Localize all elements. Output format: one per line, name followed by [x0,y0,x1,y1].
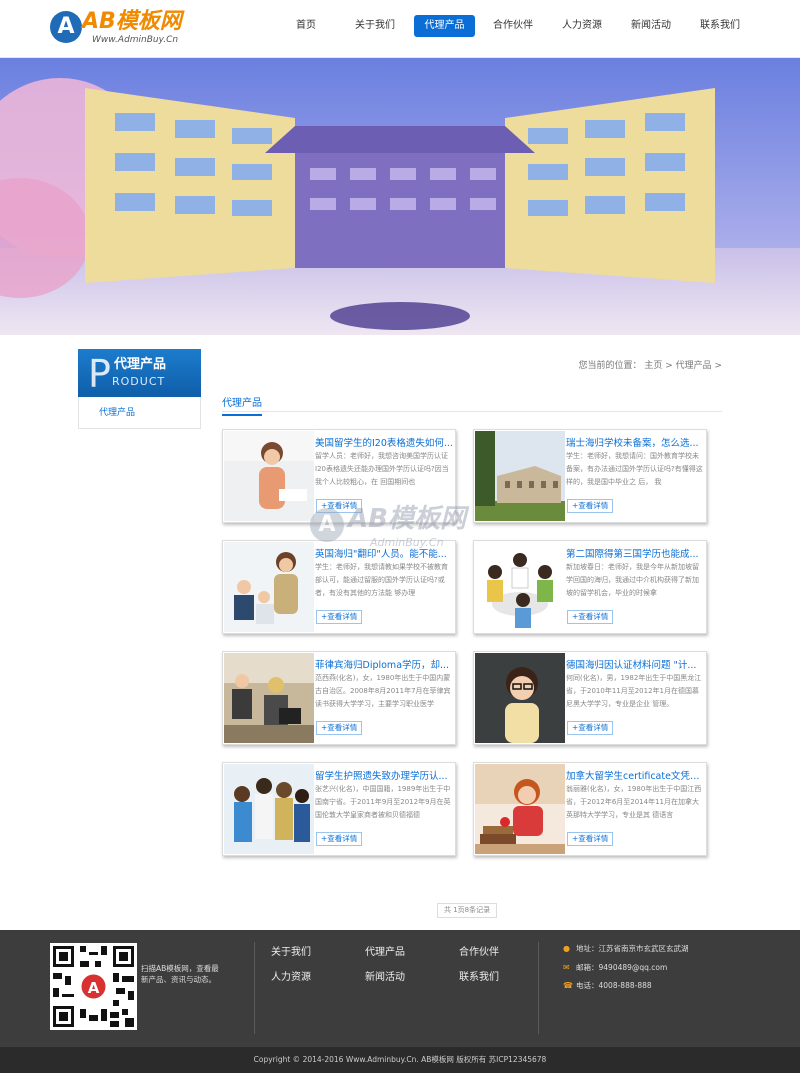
phone-icon: ☎ [563,981,573,990]
product-title[interactable]: 英国海归"翻印"人员。能不能... [315,546,453,560]
sidebar-title-letter: P [88,352,111,396]
pagination-info: 共 1页8条记录 [437,903,498,918]
product-thumbnail[interactable] [475,431,565,521]
site-logo[interactable]: A AB模板网 Www.AdminBuy.Cn [50,9,200,47]
nav-hr[interactable]: 人力资源 [557,15,607,37]
footer-address: ● 地址：江苏省南京市玄武区玄武湖 [563,943,689,954]
nav-partners[interactable]: 合作伙伴 [488,15,538,37]
product-thumbnail[interactable] [224,431,314,521]
view-details-button[interactable]: +查看详情 [567,499,614,513]
view-details-button[interactable]: +查看详情 [316,499,363,513]
product-card[interactable]: 瑞士海归学校未备案，怎么选... 学生：老师好，我想请问：国外教育学校未备案，有… [473,429,707,523]
section-divider [222,411,722,412]
logo-name: AB模板网 [82,9,182,34]
sidebar-item-products[interactable]: 代理产品 [99,405,135,418]
footer-email-text: 邮箱：9490489@qq.com [576,963,668,972]
footer-link-partners[interactable]: 合作伙伴 [459,943,499,958]
product-card[interactable]: 美国留学生的I20表格遗失如何... 留学人员：老师好，我想咨询美国学历认证I2… [222,429,456,523]
sidebar-title: P 代理产品 RODUCT [78,349,201,397]
view-details-button[interactable]: +查看详情 [567,610,614,624]
view-details-button[interactable]: +查看详情 [316,832,363,846]
nav-about[interactable]: 关于我们 [350,15,400,37]
product-title[interactable]: 美国留学生的I20表格遗失如何... [315,435,453,449]
sidebar-title-cn: 代理产品 [114,357,167,372]
product-thumbnail[interactable] [475,653,565,743]
product-card[interactable]: 加拿大留学生certificate文凭办... 翁丽雅(化名)，女，1980年出… [473,762,707,856]
product-thumbnail[interactable] [475,542,565,632]
section-title: 代理产品 [222,394,262,416]
footer-phone-text: 电话：4008-888-888 [576,981,652,990]
product-title[interactable]: 加拿大留学生certificate文凭办... [566,768,704,782]
product-description: 何同(化名)，男，1982年出生于中国黑龙江省，于2010年11月至2012年1… [566,674,702,708]
footer-phone: ☎ 电话：4008-888-888 [563,980,652,991]
product-thumbnail[interactable] [475,764,565,854]
product-thumbnail[interactable] [224,764,314,854]
site-header: A AB模板网 Www.AdminBuy.Cn 首页 关于我们 代理产品 合作伙… [0,0,800,58]
product-description: 翁丽雅(化名)，女，1980年出生于中国江西省，于2012年6月至2014年11… [566,785,702,819]
logo-url: Www.AdminBuy.Cn [92,35,179,45]
footer-link-about[interactable]: 关于我们 [271,943,311,958]
sidebar-menu: 代理产品 [78,397,201,429]
site-footer: A 扫描AB模板网，查看最新产品、资讯与动态。 关于我们 代理产品 合作伙伴 人… [0,930,800,1047]
nav-news[interactable]: 新闻活动 [626,15,676,37]
footer-divider [538,942,539,1034]
product-thumbnail[interactable] [224,542,314,632]
product-card[interactable]: 菲律宾海归Diploma学历，却... 范西燕(化名)，女，1980年出生于中国… [222,651,456,745]
product-description: 留学人员：老师好，我想咨询美国学历认证I20表格遗失还能办理国外学历认证吗?因当… [315,452,449,486]
logo-mark: A [50,11,82,43]
qr-code-image: A [50,943,137,1030]
footer-link-news[interactable]: 新闻活动 [365,968,405,983]
product-card[interactable]: 英国海归"翻印"人员。能不能... 学生：老师好，我想请教如果学校不被教育部认可… [222,540,456,634]
product-title[interactable]: 留学生护照遗失致办理学历认... [315,768,453,782]
product-title[interactable]: 瑞士海归学校未备案，怎么选... [566,435,704,449]
mail-icon: ✉ [563,963,570,972]
breadcrumb: 您当前的位置： 主页 > 代理产品 > [578,361,722,371]
footer-link-hr[interactable]: 人力资源 [271,968,311,983]
qr-caption: 扫描AB模板网，查看最新产品、资讯与动态。 [141,964,219,984]
footer-link-contact[interactable]: 联系我们 [459,968,499,983]
view-details-button[interactable]: +查看详情 [567,721,614,735]
footer-address-text: 地址：江苏省南京市玄武区玄武湖 [576,944,689,953]
product-title[interactable]: 第二国際得第三国学历也能成... [566,546,704,560]
product-card[interactable]: 第二国際得第三国学历也能成... 新加坡春日：老师好，我是今年从新加坡留学回国的… [473,540,707,634]
nav-contact[interactable]: 联系我们 [695,15,745,37]
product-description: 新加坡春日：老师好，我是今年从新加坡留学回国的海归，我通过中介机构获得了新加坡的… [566,563,699,597]
product-description: 学生：老师好，我想请教如果学校不被教育部认可，能通过留服的国外学历认证吗?或者，… [315,563,448,597]
view-details-button[interactable]: +查看详情 [567,832,614,846]
hero-banner-image [0,58,800,335]
view-details-button[interactable]: +查看详情 [316,610,363,624]
product-description: 张艺兴(化名)，中国国籍，1989年出生于中国南宁省。于2011年9月至2012… [315,785,451,819]
copyright-bar: Copyright © 2014-2016 Www.Adminbuy.Cn. A… [0,1047,800,1073]
product-description: 学生：老师好，我想请问：国外教育学校未备案，有办法通过国外学历认证吗?有懂得这样… [566,452,703,486]
product-description: 范西燕(化名)，女，1980年出生于中国内蒙古自治区。2008年8月2011年7… [315,674,451,708]
product-title[interactable]: 德国海归因认证材料问题 "计... [566,657,704,671]
svg-text:A: A [88,979,100,997]
product-thumbnail[interactable] [224,653,314,743]
nav-products[interactable]: 代理产品 [414,15,475,37]
nav-home[interactable]: 首页 [286,15,326,37]
location-pin-icon: ● [563,944,570,953]
product-card[interactable]: 留学生护照遗失致办理学历认... 张艺兴(化名)，中国国籍，1989年出生于中国… [222,762,456,856]
footer-email: ✉ 邮箱：9490489@qq.com [563,962,667,973]
view-details-button[interactable]: +查看详情 [316,721,363,735]
footer-link-products[interactable]: 代理产品 [365,943,405,958]
product-title[interactable]: 菲律宾海归Diploma学历，却... [315,657,453,671]
sidebar-title-en: RODUCT [112,375,166,388]
footer-divider [254,942,255,1034]
product-card[interactable]: 德国海归因认证材料问题 "计... 何同(化名)，男，1982年出生于中国黑龙江… [473,651,707,745]
